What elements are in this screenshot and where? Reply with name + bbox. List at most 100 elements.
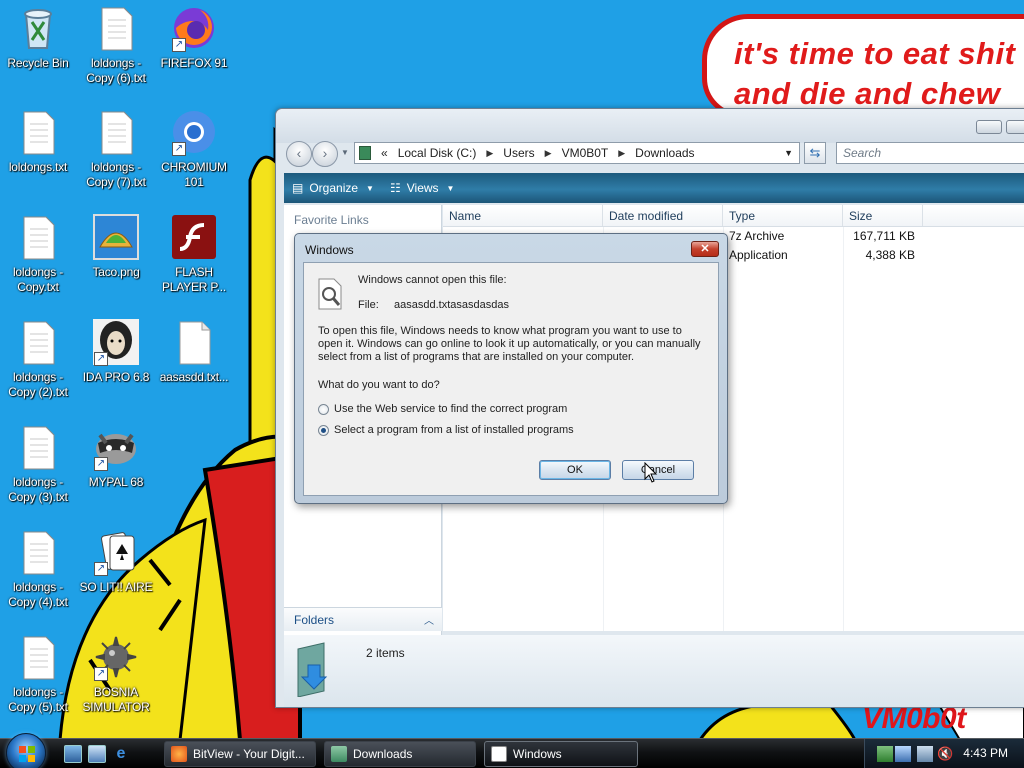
desktop-icon-loldongs-copy-5[interactable]: loldongs - Copy (5).txt — [0, 633, 76, 715]
desktop-icon-loldongs-copy-3[interactable]: loldongs - Copy (3).txt — [0, 423, 76, 505]
file-type: Application — [729, 248, 788, 262]
column-size[interactable]: Size — [843, 205, 923, 226]
open-with-dialog[interactable]: Windows ✕ Windows cannot open this file:… — [294, 233, 728, 504]
shortcut-arrow-icon: ↗ — [172, 38, 186, 52]
solitaire-icon: ↗ — [92, 528, 140, 576]
internet-explorer-icon[interactable]: e — [112, 745, 130, 763]
recycle-bin-icon — [14, 4, 62, 52]
display-icon[interactable] — [917, 746, 933, 762]
desktop-icon-taco-png[interactable]: Taco.png — [78, 213, 154, 280]
text-file-icon — [14, 528, 62, 576]
question-label: What do you want to do? — [318, 379, 440, 391]
desktop-icon-loldongs-copy-2[interactable]: loldongs - Copy (2).txt — [0, 318, 76, 400]
column-headers: Name Date modified Type Size — [443, 205, 1024, 227]
shortcut-arrow-icon: ↗ — [94, 667, 108, 681]
chevron-down-icon: ▼ — [366, 183, 374, 193]
blank-file-icon — [170, 318, 218, 366]
desktop-icon-bosnia-simulator[interactable]: ↗ BOSNIA SIMULATOR — [78, 633, 154, 715]
dialog-heading: Windows cannot open this file: — [358, 274, 507, 286]
taskbar-button-downloads[interactable]: Downloads — [324, 741, 476, 767]
taskbar-button-bitview[interactable]: BitView - Your Digit... — [164, 741, 316, 767]
refresh-button[interactable]: ⇆ — [804, 142, 826, 164]
chevron-down-icon: ▼ — [446, 183, 455, 193]
desktop-icon-chromium-101[interactable]: ↗ CHROMIUM 101 — [156, 108, 232, 190]
address-bar[interactable]: « Local Disk (C:) ▶ Users ▶ VM0B0T ▶ Dow… — [354, 142, 800, 164]
back-button[interactable]: ‹ — [286, 141, 312, 167]
downloads-folder-icon — [294, 641, 338, 698]
item-count: 2 items — [366, 646, 405, 660]
text-file-icon — [14, 318, 62, 366]
desktop-icon-loldongs-copy[interactable]: loldongs - Copy.txt — [0, 213, 76, 295]
address-row: ‹ › ▼ « Local Disk (C:) ▶ Users ▶ VM0B0T… — [284, 139, 1024, 167]
radio-select-program[interactable] — [318, 425, 329, 436]
start-button[interactable] — [6, 733, 46, 768]
desktop-icon-aasasdd-txt[interactable]: aasasdd.txt... — [156, 318, 232, 385]
option-list-label[interactable]: Select a program from a list of installe… — [334, 424, 574, 437]
option-web-label[interactable]: Use the Web service to find the correct … — [334, 403, 567, 416]
cancel-button[interactable]: Cancel — [622, 460, 694, 480]
column-type[interactable]: Type — [723, 205, 843, 226]
organize-button[interactable]: ▤ Organize ▼ — [292, 181, 374, 195]
ok-button[interactable]: OK — [539, 460, 611, 480]
radio-web-service[interactable] — [318, 404, 329, 415]
breadcrumb-local-disk[interactable]: Local Disk (C:) — [398, 146, 477, 160]
flash-player-icon — [170, 213, 218, 261]
breadcrumb-downloads[interactable]: Downloads — [635, 146, 694, 160]
desktop-icon-loldongs[interactable]: loldongs.txt — [0, 108, 76, 175]
text-file-icon — [14, 213, 62, 261]
search-input[interactable]: Search — [836, 142, 1024, 164]
column-name[interactable]: Name — [443, 205, 603, 226]
breadcrumb-separator-icon[interactable]: ▶ — [545, 148, 552, 159]
explorer-toolbar: ▤ Organize ▼ ☷ Views ▼ — [284, 173, 1024, 203]
views-button[interactable]: ☷ Views ▼ — [390, 181, 454, 195]
breadcrumb-separator-icon[interactable]: ▶ — [486, 148, 493, 159]
desktop-icon-flash-player[interactable]: FLASH PLAYER P... — [156, 213, 232, 295]
column-date-modified[interactable]: Date modified — [603, 205, 723, 226]
network-icon[interactable] — [877, 746, 893, 762]
desktop-icon-ida-pro[interactable]: ↗ IDA PRO 6.8 — [78, 318, 154, 385]
maximize-button[interactable] — [1006, 120, 1024, 134]
volume-muted-icon[interactable]: 🔇 — [937, 746, 953, 762]
minimize-button[interactable] — [976, 120, 1002, 134]
desktop-icon-loldongs-copy-4[interactable]: loldongs - Copy (4).txt — [0, 528, 76, 610]
windows-logo-icon — [19, 746, 35, 762]
explorer-titlebar[interactable] — [276, 109, 1024, 143]
file-magnifier-icon — [316, 277, 344, 311]
folder-icon — [331, 746, 347, 762]
mouse-cursor-icon — [644, 462, 658, 483]
text-file-icon — [14, 108, 62, 156]
desktop-icon-loldongs-copy-7[interactable]: loldongs - Copy (7).txt — [78, 108, 154, 190]
shortcut-arrow-icon: ↗ — [172, 142, 186, 156]
breadcrumb-vm0b0t[interactable]: VM0B0T — [562, 146, 609, 160]
taco-image-icon — [92, 213, 140, 261]
breadcrumb-separator-icon[interactable]: ▶ — [618, 148, 625, 159]
close-button[interactable]: ✕ — [691, 241, 719, 257]
ida-pro-icon: ↗ — [92, 318, 140, 366]
favorite-links-header[interactable]: Favorite Links — [284, 205, 441, 227]
firefox-icon: ↗ — [170, 4, 218, 52]
desktop-icon-mypal-68[interactable]: ↗ MYPAL 68 — [78, 423, 154, 490]
forward-button[interactable]: › — [312, 141, 338, 167]
folders-toggle[interactable]: Folders ︿ — [284, 607, 442, 631]
text-file-icon — [92, 4, 140, 52]
clock[interactable]: 4:43 PM — [963, 746, 1008, 760]
desktop-icon-loldongs-copy-6[interactable]: loldongs - Copy (6).txt — [78, 4, 154, 86]
desktop-icon-firefox-91[interactable]: ↗ FIREFOX 91 — [156, 4, 232, 71]
breadcrumb-users[interactable]: Users — [503, 146, 534, 160]
security-icon[interactable] — [895, 746, 911, 762]
shortcut-arrow-icon: ↗ — [94, 562, 108, 576]
show-desktop-icon[interactable] — [64, 745, 82, 763]
address-dropdown-icon[interactable]: ▼ — [784, 148, 793, 158]
breadcrumb-overflow[interactable]: « — [381, 146, 388, 160]
views-icon: ☷ — [389, 181, 401, 195]
desktop-icon-solitaire[interactable]: ↗ SO LIT!! AIRE — [78, 528, 154, 595]
bosnia-simulator-icon: ↗ — [92, 633, 140, 681]
switch-windows-icon[interactable] — [88, 745, 106, 763]
taskbar-button-windows[interactable]: Windows — [484, 741, 638, 767]
taskbar: e BitView - Your Digit... Downloads Wind… — [0, 733, 1024, 768]
desktop-icon-recycle-bin[interactable]: Recycle Bin — [0, 4, 76, 71]
file-size: 167,711 KB — [853, 229, 915, 243]
recent-pages-chevron-icon[interactable]: ▼ — [341, 148, 349, 157]
mypal-raccoon-icon: ↗ — [92, 423, 140, 471]
dialog-body: Windows cannot open this file: File: aas… — [303, 262, 719, 496]
